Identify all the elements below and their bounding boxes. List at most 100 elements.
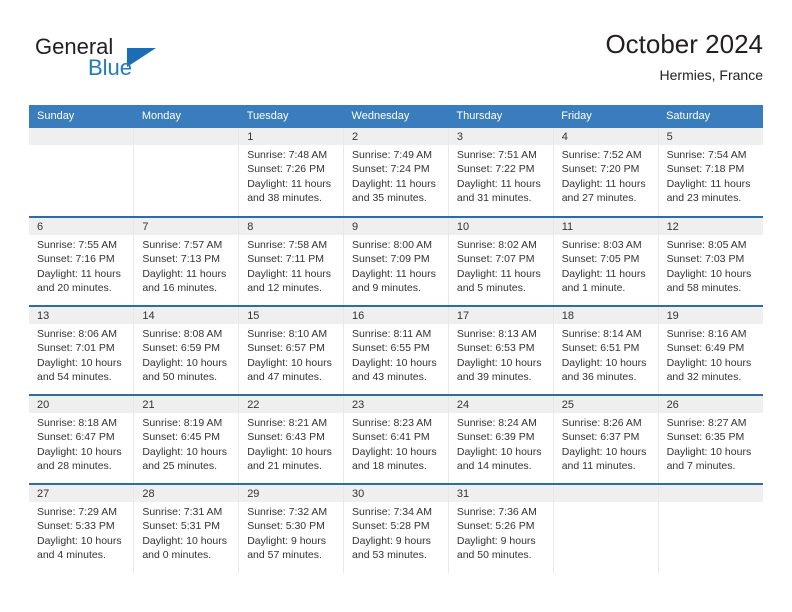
day-details: Sunrise: 7:54 AM Sunset: 7:18 PM Daylight:… (659, 145, 763, 206)
sunset-time: Sunset: 6:47 PM (37, 431, 115, 444)
daylight-duration-line1: Daylight: 11 hours (37, 267, 121, 280)
calendar-day-cell[interactable]: 13 Sunrise: 8:06 AM Sunset: 7:01 PM Dayligh… (29, 305, 134, 395)
day-number: 12 (658, 218, 763, 235)
calendar-day-cell[interactable]: 21 Sunrise: 8:19 AM Sunset: 6:45 PM Dayligh… (133, 394, 239, 484)
day-details: Sunrise: 8:10 AM Sunset: 6:57 PM Daylight:… (239, 324, 343, 385)
day-cell-inner: 30 Sunrise: 7:34 AM Sunset: 5:28 PM Dayligh… (344, 485, 448, 573)
sunrise-time: Sunrise: 7:55 AM (37, 239, 117, 251)
calendar-day-cell[interactable]: 18 Sunrise: 8:14 AM Sunset: 6:51 PM Dayligh… (552, 305, 659, 395)
daylight-duration-line1: Daylight: 10 hours (247, 445, 332, 458)
day-cell-inner (134, 128, 239, 216)
day-number: 2 (344, 128, 448, 145)
calendar-day-cell[interactable]: 20 Sunrise: 8:18 AM Sunset: 6:47 PM Dayligh… (29, 394, 134, 484)
day-cell-inner: 13 Sunrise: 8:06 AM Sunset: 7:01 PM Dayligh… (29, 307, 134, 394)
sunset-time: Sunset: 7:09 PM (352, 253, 430, 266)
daylight-duration-line1: Daylight: 10 hours (666, 356, 752, 369)
sunset-time: Sunset: 7:16 PM (37, 253, 115, 266)
day-number: 5 (658, 128, 763, 145)
daylight-duration-line2: and 50 minutes. (456, 549, 532, 562)
calendar-week-row: 13 Sunrise: 8:06 AM Sunset: 7:01 PM Dayligh… (29, 305, 763, 395)
sunrise-time: Sunrise: 7:49 AM (352, 149, 432, 161)
calendar-day-cell[interactable]: 8 Sunrise: 7:58 AM Sunset: 7:11 PM Daylight… (238, 216, 344, 306)
sunset-time: Sunset: 5:26 PM (456, 520, 535, 533)
calendar-day-cell[interactable]: 26 Sunrise: 8:27 AM Sunset: 6:35 PM Dayligh… (657, 394, 763, 484)
calendar-week-row: 1 Sunrise: 7:48 AM Sunset: 7:26 PM Daylight… (29, 128, 763, 217)
weekday-header-monday: Monday (133, 105, 239, 128)
calendar-day-cell[interactable]: 27 Sunrise: 7:29 AM Sunset: 5:33 PM Dayligh… (29, 483, 134, 573)
calendar-day-cell[interactable]: 31 Sunrise: 7:36 AM Sunset: 5:26 PM Dayligh… (447, 483, 554, 573)
calendar-day-cell[interactable]: 19 Sunrise: 8:16 AM Sunset: 6:49 PM Dayligh… (657, 305, 763, 395)
daylight-duration-line1: Daylight: 9 hours (247, 534, 326, 547)
daylight-duration-line1: Daylight: 9 hours (352, 534, 431, 547)
day-cell-inner: 3 Sunrise: 7:51 AM Sunset: 7:22 PM Daylight… (448, 128, 553, 216)
calendar-day-cell[interactable]: 12 Sunrise: 8:05 AM Sunset: 7:03 PM Dayligh… (657, 216, 763, 306)
calendar-day-cell[interactable]: 22 Sunrise: 8:21 AM Sunset: 6:43 PM Dayligh… (238, 394, 344, 484)
calendar-day-cell[interactable]: 7 Sunrise: 7:57 AM Sunset: 7:13 PM Daylight… (133, 216, 239, 306)
day-cell-inner: 27 Sunrise: 7:29 AM Sunset: 5:33 PM Dayligh… (29, 485, 134, 573)
calendar-day-cell[interactable]: 3 Sunrise: 7:51 AM Sunset: 7:22 PM Daylight… (447, 128, 554, 217)
daylight-duration-line1: Daylight: 10 hours (352, 445, 437, 458)
day-details: Sunrise: 8:16 AM Sunset: 6:49 PM Daylight:… (659, 324, 763, 385)
daylight-duration-line2: and 57 minutes. (247, 549, 322, 562)
calendar-day-cell[interactable]: 30 Sunrise: 7:34 AM Sunset: 5:28 PM Dayligh… (343, 483, 449, 573)
day-cell-inner: 19 Sunrise: 8:16 AM Sunset: 6:49 PM Dayligh… (658, 307, 763, 394)
daylight-duration-line2: and 43 minutes. (352, 371, 427, 384)
daylight-duration-line1: Daylight: 10 hours (666, 445, 752, 458)
calendar-day-cell[interactable]: 16 Sunrise: 8:11 AM Sunset: 6:55 PM Dayligh… (343, 305, 449, 395)
day-details: Sunrise: 7:51 AM Sunset: 7:22 PM Daylight:… (449, 145, 553, 206)
sunset-time: Sunset: 6:55 PM (352, 342, 430, 355)
day-number: 29 (239, 485, 344, 502)
daylight-duration-line1: Daylight: 11 hours (456, 177, 541, 190)
day-details: Sunrise: 8:02 AM Sunset: 7:07 PM Daylight:… (449, 235, 553, 296)
sunset-time: Sunset: 7:13 PM (142, 253, 220, 266)
day-cell-inner (658, 485, 763, 573)
daylight-duration-line2: and 14 minutes. (456, 460, 532, 473)
day-cell-inner: 24 Sunrise: 8:24 AM Sunset: 6:39 PM Dayligh… (448, 396, 553, 483)
day-details: Sunrise: 8:23 AM Sunset: 6:41 PM Daylight:… (344, 413, 448, 474)
day-details: Sunrise: 7:48 AM Sunset: 7:26 PM Daylight:… (239, 145, 343, 206)
daylight-duration-line1: Daylight: 11 hours (561, 177, 646, 190)
day-details (134, 145, 238, 148)
calendar-day-cell[interactable]: 23 Sunrise: 8:23 AM Sunset: 6:41 PM Dayligh… (343, 394, 449, 484)
calendar-day-cell[interactable]: 29 Sunrise: 7:32 AM Sunset: 5:30 PM Dayligh… (238, 483, 344, 573)
daylight-duration-line1: Daylight: 11 hours (561, 267, 646, 280)
daylight-duration-line2: and 18 minutes. (352, 460, 427, 473)
calendar-day-cell[interactable]: 24 Sunrise: 8:24 AM Sunset: 6:39 PM Dayligh… (447, 394, 554, 484)
sunrise-time: Sunrise: 8:18 AM (37, 417, 117, 429)
sunrise-time: Sunrise: 8:13 AM (456, 328, 537, 340)
calendar-header-row: Sunday Monday Tuesday Wednesday Thursday… (29, 105, 763, 128)
day-cell-inner: 14 Sunrise: 8:08 AM Sunset: 6:59 PM Dayligh… (134, 307, 239, 394)
weekday-header-wednesday: Wednesday (343, 105, 449, 128)
calendar-day-cell[interactable]: 14 Sunrise: 8:08 AM Sunset: 6:59 PM Dayligh… (133, 305, 239, 395)
sunrise-time: Sunrise: 8:23 AM (352, 417, 432, 429)
day-cell-inner: 1 Sunrise: 7:48 AM Sunset: 7:26 PM Daylight… (239, 128, 344, 216)
sunset-time: Sunset: 6:41 PM (352, 431, 430, 444)
calendar-day-cell[interactable]: 17 Sunrise: 8:13 AM Sunset: 6:53 PM Dayligh… (447, 305, 554, 395)
general-blue-logo[interactable]: General Blue (29, 34, 209, 90)
calendar-day-cell[interactable]: 1 Sunrise: 7:48 AM Sunset: 7:26 PM Daylight… (238, 128, 344, 217)
calendar-day-cell[interactable]: 6 Sunrise: 7:55 AM Sunset: 7:16 PM Daylight… (29, 216, 134, 306)
calendar-day-cell[interactable]: 9 Sunrise: 8:00 AM Sunset: 7:09 PM Daylight… (343, 216, 449, 306)
calendar-day-cell[interactable]: 28 Sunrise: 7:31 AM Sunset: 5:31 PM Dayligh… (133, 483, 239, 573)
calendar-empty-cell (133, 128, 239, 217)
calendar-empty-cell (552, 483, 659, 573)
day-number: 7 (134, 218, 239, 235)
sunrise-time: Sunrise: 8:27 AM (666, 417, 747, 429)
calendar-day-cell[interactable]: 15 Sunrise: 8:10 AM Sunset: 6:57 PM Dayligh… (238, 305, 344, 395)
calendar-day-cell[interactable]: 10 Sunrise: 8:02 AM Sunset: 7:07 PM Dayligh… (447, 216, 554, 306)
sunrise-time: Sunrise: 7:31 AM (142, 506, 223, 518)
sunrise-time: Sunrise: 8:21 AM (247, 417, 328, 429)
daylight-duration-line2: and 38 minutes. (247, 192, 322, 205)
daylight-duration-line1: Daylight: 10 hours (142, 534, 227, 547)
daylight-duration-line2: and 4 minutes. (37, 549, 106, 562)
calendar-day-cell[interactable]: 2 Sunrise: 7:49 AM Sunset: 7:24 PM Daylight… (343, 128, 449, 217)
daylight-duration-line1: Daylight: 10 hours (666, 267, 752, 280)
calendar-day-cell[interactable]: 4 Sunrise: 7:52 AM Sunset: 7:20 PM Daylight… (552, 128, 659, 217)
calendar-day-cell[interactable]: 5 Sunrise: 7:54 AM Sunset: 7:18 PM Daylight… (657, 128, 763, 217)
daylight-duration-line1: Daylight: 11 hours (142, 267, 227, 280)
day-number: 26 (658, 396, 763, 413)
calendar-day-cell[interactable]: 11 Sunrise: 8:03 AM Sunset: 7:05 PM Dayligh… (552, 216, 659, 306)
day-details: Sunrise: 7:52 AM Sunset: 7:20 PM Daylight:… (554, 145, 658, 206)
calendar-day-cell[interactable]: 25 Sunrise: 8:26 AM Sunset: 6:37 PM Dayligh… (552, 394, 659, 484)
day-details: Sunrise: 8:11 AM Sunset: 6:55 PM Daylight:… (344, 324, 448, 385)
